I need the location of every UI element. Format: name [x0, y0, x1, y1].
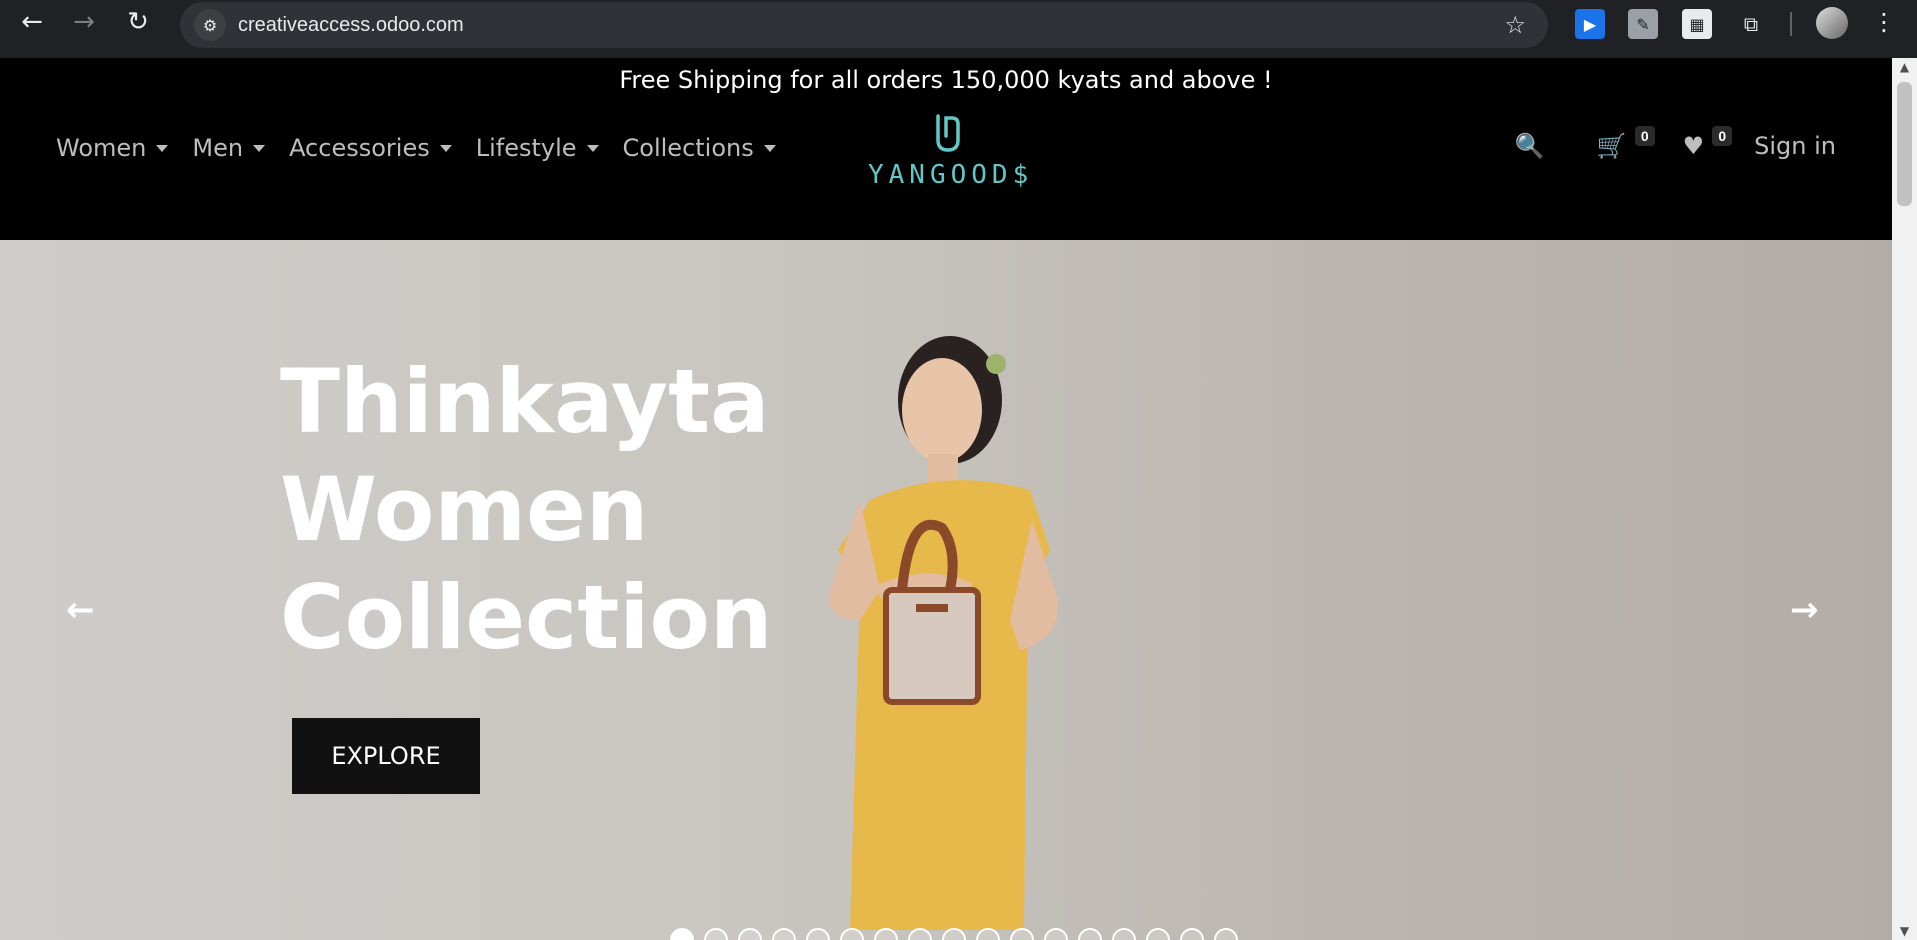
- browser-toolbar: ← → ↻ ⚙ creativeaccess.odoo.com ☆ ▶ ✎ ▦ …: [0, 0, 1917, 58]
- forward-button[interactable]: →: [64, 2, 104, 42]
- back-button[interactable]: ←: [12, 2, 52, 42]
- reload-icon: ↻: [127, 7, 149, 37]
- carousel-indicator-dot[interactable]: [1044, 928, 1068, 940]
- web-page: Free Shipping for all orders 150,000 kya…: [0, 58, 1892, 940]
- carousel-indicator-dot[interactable]: [704, 928, 728, 940]
- hero-title: Thinkayta Women Collection: [280, 348, 773, 672]
- carousel-indicator-dot[interactable]: [1078, 928, 1102, 940]
- wishlist-button[interactable]: ♥ 0: [1682, 126, 1733, 160]
- wishlist-count-badge: 0: [1712, 126, 1733, 146]
- header-tools: 🔍 🛒 0 ♥ 0 Sign in: [1515, 126, 1836, 160]
- carousel-indicator-dot[interactable]: [908, 928, 932, 940]
- menu-label: Women: [56, 134, 147, 162]
- url-text[interactable]: creativeaccess.odoo.com: [238, 14, 464, 37]
- caret-down-icon: [156, 144, 169, 152]
- menu-collections[interactable]: Collections: [623, 134, 776, 162]
- address-bar[interactable]: ⚙ creativeaccess.odoo.com ☆: [180, 2, 1548, 48]
- page-scrollbar[interactable]: ▲ ▼: [1892, 58, 1917, 940]
- carousel-indicator-dot[interactable]: [874, 928, 898, 940]
- search-icon[interactable]: 🔍: [1515, 132, 1545, 160]
- hero-title-line: Thinkayta: [280, 350, 770, 453]
- scroll-up-arrow-icon[interactable]: ▲: [1892, 58, 1917, 76]
- logo-mark-icon: [936, 114, 960, 152]
- carousel-indicator-dot[interactable]: [806, 928, 830, 940]
- carousel-prev-arrow-icon[interactable]: ←: [66, 590, 95, 630]
- logo-wordmark: YANGOOD$: [868, 160, 1034, 190]
- main-menu: Women Men Accessories Lifestyle Collecti…: [56, 134, 776, 162]
- cart-count-badge: 0: [1634, 126, 1655, 146]
- cart-icon: 🛒: [1596, 132, 1627, 160]
- cart-button[interactable]: 🛒 0: [1596, 126, 1655, 160]
- site-logo[interactable]: YANGOOD$: [868, 110, 1028, 210]
- scroll-down-arrow-icon[interactable]: ▼: [1892, 922, 1917, 940]
- browser-menu-icon[interactable]: ⋮: [1872, 8, 1896, 36]
- profile-avatar[interactable]: [1816, 7, 1848, 39]
- caret-down-icon: [253, 144, 266, 152]
- carousel-indicator-dot[interactable]: [942, 928, 966, 940]
- carousel-indicator-dot[interactable]: [1146, 928, 1170, 940]
- toolbar-divider: [1790, 12, 1792, 36]
- hero-title-line: Collection: [280, 566, 773, 669]
- hero-carousel: Thinkayta Women Collection EXPLORE ← →: [0, 240, 1892, 940]
- caret-down-icon: [439, 144, 452, 152]
- carousel-next-arrow-icon[interactable]: →: [1790, 590, 1819, 630]
- explore-button[interactable]: EXPLORE: [292, 718, 480, 794]
- caret-down-icon: [763, 144, 776, 152]
- carousel-indicator-dot[interactable]: [1010, 928, 1034, 940]
- menu-label: Collections: [622, 134, 754, 162]
- carousel-indicator-dot[interactable]: [670, 928, 694, 940]
- sign-in-link[interactable]: Sign in: [1754, 132, 1836, 160]
- extensions-puzzle-icon[interactable]: ⧉: [1736, 9, 1766, 39]
- site-info-icon[interactable]: ⚙: [194, 9, 226, 41]
- menu-accessories[interactable]: Accessories: [289, 134, 452, 162]
- menu-lifestyle[interactable]: Lifestyle: [476, 134, 599, 162]
- carousel-indicator-dot[interactable]: [1112, 928, 1136, 940]
- extension-icon-2[interactable]: ✎: [1628, 9, 1658, 39]
- heart-icon: ♥: [1682, 132, 1705, 160]
- site-info-glyph: ⚙: [202, 15, 218, 35]
- site-header: Women Men Accessories Lifestyle Collecti…: [0, 102, 1892, 240]
- bookmark-star-icon[interactable]: ☆: [1504, 11, 1526, 39]
- menu-women[interactable]: Women: [56, 134, 169, 162]
- carousel-indicator-dot[interactable]: [738, 928, 762, 940]
- menu-label: Accessories: [289, 134, 430, 162]
- extension-icon-1[interactable]: ▶: [1575, 9, 1605, 39]
- carousel-indicator-dot[interactable]: [1214, 928, 1238, 940]
- announcement-bar: Free Shipping for all orders 150,000 kya…: [619, 66, 1273, 94]
- scrollbar-thumb[interactable]: [1897, 82, 1912, 206]
- carousel-indicators: [670, 928, 1238, 940]
- carousel-indicator-dot[interactable]: [1180, 928, 1204, 940]
- carousel-indicator-dot[interactable]: [772, 928, 796, 940]
- menu-men[interactable]: Men: [192, 134, 266, 162]
- carousel-indicator-dot[interactable]: [840, 928, 864, 940]
- forward-arrow-icon: →: [73, 7, 95, 37]
- carousel-indicator-dot[interactable]: [976, 928, 1000, 940]
- menu-label: Men: [192, 134, 244, 162]
- qr-code-extension-icon[interactable]: ▦: [1682, 9, 1712, 39]
- hero-title-line: Women: [280, 458, 649, 561]
- reload-button[interactable]: ↻: [118, 2, 158, 42]
- menu-label: Lifestyle: [475, 134, 577, 162]
- caret-down-icon: [586, 144, 599, 152]
- back-arrow-icon: ←: [21, 7, 43, 37]
- hero-model-image: [829, 336, 1059, 930]
